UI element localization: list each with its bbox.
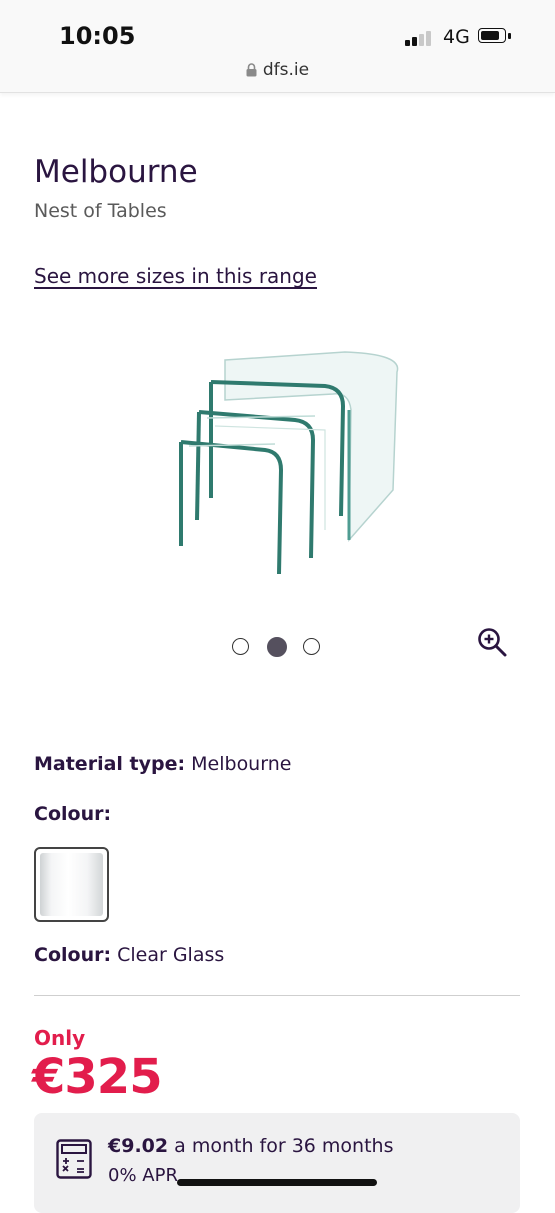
- finance-monthly-text: a month for 36 months: [174, 1135, 394, 1157]
- product-title: Melbourne: [34, 154, 198, 190]
- calculator-icon: [56, 1139, 92, 1179]
- finance-monthly: €9.02 a month for 36 months: [108, 1135, 394, 1157]
- status-time: 10:05: [59, 22, 136, 50]
- battery-icon: [478, 28, 512, 45]
- material-type-value: Melbourne: [191, 753, 292, 775]
- address-bar[interactable]: dfs.ie: [0, 60, 555, 80]
- home-indicator: [177, 1179, 377, 1186]
- finance-monthly-amount: €9.02: [108, 1135, 169, 1157]
- material-type-label: Material type:: [34, 753, 186, 775]
- url-text: dfs.ie: [262, 60, 310, 80]
- carousel-dot-1[interactable]: [232, 638, 249, 655]
- price: €325: [32, 1049, 163, 1105]
- product-subtitle: Nest of Tables: [34, 200, 167, 222]
- selected-colour-row: Colour: Clear Glass: [34, 944, 224, 966]
- carousel-dot-2[interactable]: [267, 637, 287, 657]
- material-type-row: Material type: Melbourne: [34, 753, 291, 775]
- status-bar: 10:05 4G dfs.ie: [0, 0, 555, 93]
- colour-swatch-clear-glass[interactable]: [34, 847, 109, 922]
- colour-label: Colour:: [34, 803, 112, 825]
- lock-icon: [246, 63, 257, 77]
- carousel-dot-3[interactable]: [303, 638, 320, 655]
- only-label: Only: [34, 1026, 86, 1050]
- colour-heading: Colour:: [34, 803, 111, 825]
- see-more-sizes-link[interactable]: See more sizes in this range: [34, 264, 317, 288]
- selected-colour-value: Clear Glass: [117, 944, 225, 966]
- divider: [34, 995, 520, 996]
- selected-colour-label: Colour:: [34, 944, 112, 966]
- clear-glass-swatch-image: [40, 853, 103, 916]
- finance-apr: 0% APR: [108, 1165, 178, 1186]
- finance-box[interactable]: €9.02 a month for 36 months 0% APR: [34, 1113, 520, 1213]
- network-type: 4G: [443, 26, 470, 48]
- signal-icon: [405, 30, 435, 46]
- product-image[interactable]: [165, 330, 415, 590]
- zoom-icon[interactable]: [476, 626, 508, 658]
